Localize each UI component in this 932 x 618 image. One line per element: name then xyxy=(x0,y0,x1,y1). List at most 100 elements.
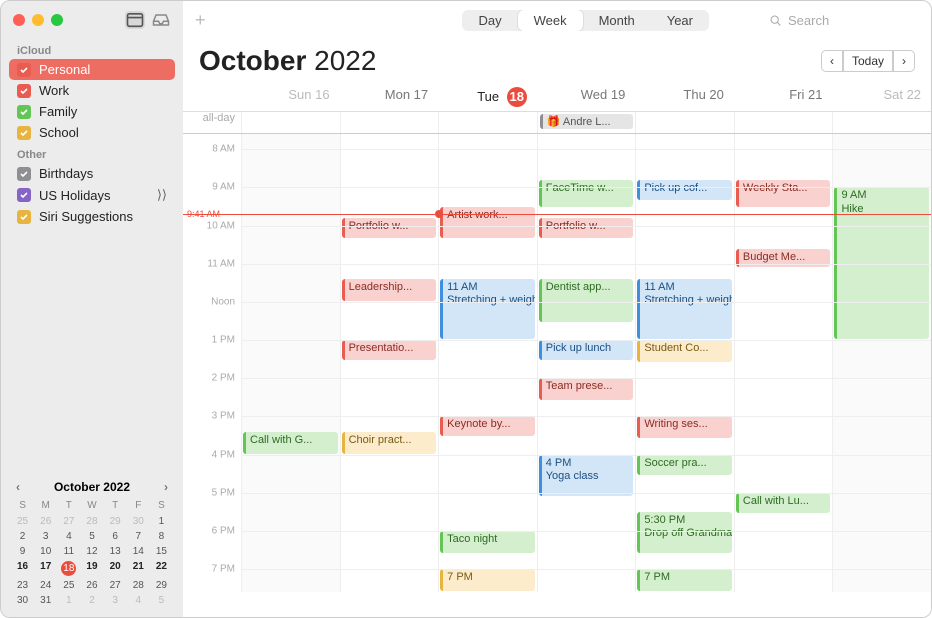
mini-cal-day[interactable]: 19 xyxy=(80,560,103,577)
calendar-checkbox[interactable] xyxy=(17,126,31,140)
mini-cal-day[interactable]: 22 xyxy=(150,560,173,577)
view-day-button[interactable]: Day xyxy=(462,10,517,31)
mini-cal-day[interactable]: 6 xyxy=(104,530,127,543)
calendar-list-item[interactable]: Work xyxy=(9,80,175,101)
calendar-event[interactable]: Taco night xyxy=(440,531,535,553)
mini-cal-day[interactable]: 1 xyxy=(57,594,80,607)
calendar-event[interactable]: Leadership... xyxy=(342,279,437,301)
mini-cal-day[interactable]: 17 xyxy=(34,560,57,577)
calendar-event[interactable]: Portfolio w... xyxy=(539,218,634,238)
allday-event[interactable]: 🎁 Andre L... xyxy=(540,114,634,129)
day-column[interactable]: Call with G... xyxy=(241,134,340,592)
mini-cal-day[interactable]: 20 xyxy=(104,560,127,577)
mini-cal-next-button[interactable]: › xyxy=(159,480,173,494)
mini-cal-day[interactable]: 3 xyxy=(104,594,127,607)
allday-cell[interactable] xyxy=(241,112,340,133)
calendar-event[interactable]: Artist work... xyxy=(440,207,535,238)
calendar-event[interactable]: Presentatio... xyxy=(342,340,437,360)
mini-cal-day[interactable]: 31 xyxy=(34,594,57,607)
mini-cal-day[interactable]: 18 xyxy=(57,560,80,577)
mini-cal-day[interactable]: 4 xyxy=(127,594,150,607)
week-grid[interactable]: 8 AM9 AM10 AM11 AMNoon1 PM2 PM3 PM4 PM5 … xyxy=(183,134,931,592)
calendar-checkbox[interactable] xyxy=(17,188,31,202)
mini-cal-day[interactable]: 12 xyxy=(80,545,103,558)
calendar-checkbox[interactable] xyxy=(17,84,31,98)
day-header[interactable]: Sun 16 xyxy=(241,87,340,107)
allday-cell[interactable] xyxy=(340,112,439,133)
calendar-checkbox[interactable] xyxy=(17,105,31,119)
mini-cal-day[interactable]: 4 xyxy=(57,530,80,543)
mini-cal-day[interactable]: 9 xyxy=(11,545,34,558)
calendar-list-item[interactable]: Birthdays xyxy=(9,163,175,184)
calendar-event[interactable]: Soccer pra... xyxy=(637,455,732,475)
view-year-button[interactable]: Year xyxy=(651,10,709,31)
next-week-button[interactable]: › xyxy=(893,50,915,72)
calendar-event[interactable]: 11 AMStretching + weights xyxy=(440,279,535,339)
day-header[interactable]: Mon 17 xyxy=(340,87,439,107)
calendar-event[interactable]: Pick up lunch xyxy=(539,340,634,360)
calendar-event[interactable]: Student Co... xyxy=(637,340,732,362)
mini-cal-day[interactable]: 25 xyxy=(57,579,80,592)
mini-cal-day[interactable]: 13 xyxy=(104,545,127,558)
calendar-checkbox[interactable] xyxy=(17,210,31,224)
search-input[interactable]: Search xyxy=(769,13,919,28)
calendar-event[interactable]: Keynote by... xyxy=(440,416,535,436)
mini-cal-day[interactable]: 23 xyxy=(11,579,34,592)
mini-cal-day[interactable]: 25 xyxy=(11,515,34,528)
minimize-window-button[interactable] xyxy=(32,14,44,26)
fullscreen-window-button[interactable] xyxy=(51,14,63,26)
calendar-event[interactable]: 5:30 PMDrop off Grandma... xyxy=(637,512,732,553)
calendar-event[interactable]: Weekly Sta... xyxy=(736,180,831,208)
calendar-event[interactable]: Call with Lu... xyxy=(736,493,831,513)
mini-cal-day[interactable]: 24 xyxy=(34,579,57,592)
mini-cal-day[interactable]: 16 xyxy=(11,560,34,577)
calendar-event[interactable]: Portfolio w... xyxy=(342,218,437,238)
mini-cal-day[interactable]: 8 xyxy=(150,530,173,543)
day-column[interactable]: Weekly Sta...Budget Me...Call with Lu... xyxy=(734,134,833,592)
mini-cal-day[interactable]: 11 xyxy=(57,545,80,558)
mini-cal-prev-button[interactable]: ‹ xyxy=(11,480,25,494)
day-column[interactable]: Artist work... 11 AMStretching + weights K… xyxy=(438,134,537,592)
calendar-list-item[interactable]: Family xyxy=(9,101,175,122)
calendar-event[interactable]: Choir pract... xyxy=(342,432,437,454)
mini-cal-day[interactable]: 21 xyxy=(127,560,150,577)
day-header[interactable]: Wed 19 xyxy=(537,87,636,107)
mini-cal-day[interactable]: 30 xyxy=(11,594,34,607)
allday-cell[interactable] xyxy=(635,112,734,133)
close-window-button[interactable] xyxy=(13,14,25,26)
day-header[interactable]: Fri 21 xyxy=(734,87,833,107)
mini-cal-day[interactable]: 5 xyxy=(80,530,103,543)
calendar-checkbox[interactable] xyxy=(17,167,31,181)
mini-cal-day[interactable]: 1 xyxy=(150,515,173,528)
mini-cal-day[interactable]: 27 xyxy=(57,515,80,528)
calendar-list-item[interactable]: Siri Suggestions xyxy=(9,206,175,227)
calendar-event[interactable]: 7 PM xyxy=(440,569,535,591)
calendar-event[interactable]: Writing ses... xyxy=(637,416,732,438)
calendar-event[interactable]: 4 PMYoga class xyxy=(539,455,634,496)
mini-cal-day[interactable]: 3 xyxy=(34,530,57,543)
mini-cal-day[interactable]: 26 xyxy=(34,515,57,528)
day-column[interactable]: 9 AMHike xyxy=(832,134,931,592)
mini-cal-day[interactable]: 10 xyxy=(34,545,57,558)
mini-cal-day[interactable]: 2 xyxy=(11,530,34,543)
mini-cal-day[interactable]: 5 xyxy=(150,594,173,607)
calendar-event[interactable]: Team prese... xyxy=(539,378,634,400)
mini-cal-day[interactable]: 2 xyxy=(80,594,103,607)
today-button[interactable]: Today xyxy=(843,50,893,72)
day-column[interactable]: FaceTime w...Portfolio w...Dentist app..… xyxy=(537,134,636,592)
calendar-event[interactable]: FaceTime w... xyxy=(539,180,634,208)
day-header[interactable]: Thu 20 xyxy=(635,87,734,107)
mini-cal-day[interactable]: 29 xyxy=(104,515,127,528)
view-week-button[interactable]: Week xyxy=(518,10,583,31)
calendar-list-item[interactable]: US Holidays⟩⟩ xyxy=(9,184,175,206)
calendar-event[interactable]: Pick up cof... xyxy=(637,180,732,200)
day-column[interactable]: Portfolio w... Leadership... Presentatio..… xyxy=(340,134,439,592)
calendar-list-item[interactable]: Personal xyxy=(9,59,175,80)
mini-cal-day[interactable]: 28 xyxy=(127,579,150,592)
mini-cal-day[interactable]: 15 xyxy=(150,545,173,558)
day-header[interactable]: Tue 18 xyxy=(438,87,537,107)
prev-week-button[interactable]: ‹ xyxy=(821,50,843,72)
mini-cal-day[interactable]: 29 xyxy=(150,579,173,592)
mini-cal-day[interactable]: 14 xyxy=(127,545,150,558)
calendar-list-item[interactable]: School xyxy=(9,122,175,143)
